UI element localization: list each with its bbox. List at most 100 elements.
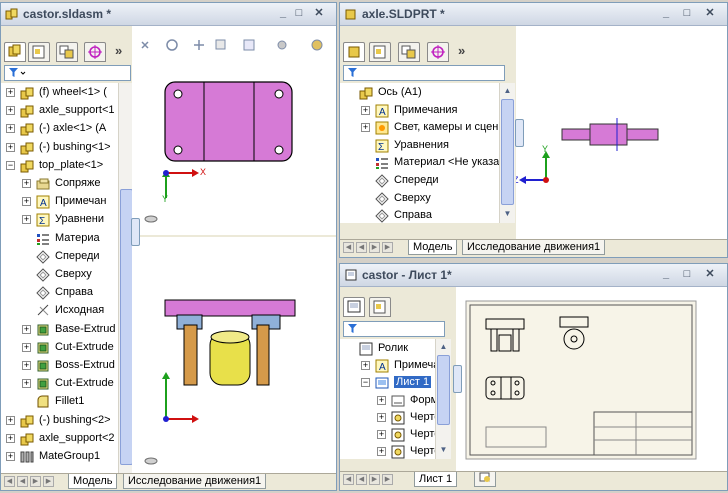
- minimize-button[interactable]: _: [660, 268, 672, 280]
- tree-item[interactable]: Ролик: [340, 340, 436, 358]
- tab-nav-next[interactable]: ▶: [369, 242, 380, 253]
- tree-item[interactable]: + MateGroup1: [1, 448, 119, 466]
- graphics-viewport[interactable]: Y Z: [516, 26, 728, 240]
- expand-toggle[interactable]: +: [22, 342, 31, 352]
- tree-item[interactable]: Сверху: [1, 266, 119, 284]
- tree-item[interactable]: + Base-Extrud: [1, 321, 119, 339]
- expand-toggle[interactable]: +: [377, 412, 386, 422]
- tree-item[interactable]: + Boss-Extrud: [1, 357, 119, 375]
- tree-item[interactable]: + axle_support<2: [1, 430, 119, 448]
- panel-collapse-handle[interactable]: [515, 119, 524, 147]
- tree-item[interactable]: + Cut-Extrude: [1, 375, 119, 393]
- tree-item[interactable]: Спереди: [340, 172, 500, 190]
- tab-model[interactable]: Модель: [408, 240, 458, 255]
- tab-nav-first[interactable]: ◀: [343, 242, 354, 253]
- drawing-sheet[interactable]: [456, 287, 728, 472]
- expand-toggle[interactable]: +: [377, 430, 386, 439]
- tree-item[interactable]: + A Примечан: [1, 193, 119, 211]
- tree-item[interactable]: Справа: [1, 284, 119, 302]
- expand-toggle[interactable]: +: [361, 361, 370, 371]
- tree-item[interactable]: + Чертеж: [340, 443, 436, 459]
- tree-item[interactable]: + Cut-Extrude: [1, 339, 119, 357]
- expand-toggle[interactable]: −: [6, 160, 15, 170]
- close-button[interactable]: ✕: [704, 7, 716, 19]
- panel-collapse-handle[interactable]: [131, 218, 140, 246]
- expand-toggle[interactable]: +: [361, 105, 370, 115]
- tab-sheet-1[interactable]: Лист 1: [414, 472, 458, 487]
- configuration-manager-tab[interactable]: [56, 42, 78, 62]
- expand-toggle[interactable]: +: [6, 124, 15, 134]
- tab-nav-prev[interactable]: ◀: [356, 474, 367, 485]
- property-manager-tab[interactable]: [369, 42, 391, 62]
- drawing-window-titlebar[interactable]: castor - Лист 1* _ □ ✕: [340, 264, 727, 287]
- expand-toggle[interactable]: +: [22, 179, 31, 188]
- tree-item[interactable]: + Чертеж: [340, 409, 436, 427]
- tree-item[interactable]: + Свет, камеры и сцены: [340, 119, 500, 137]
- configuration-manager-tab[interactable]: [398, 42, 420, 62]
- scroll-up-arrow[interactable]: ▲: [437, 340, 450, 354]
- drawing-tree-scrollbar[interactable]: ▲ ▼: [435, 339, 451, 459]
- tree-item[interactable]: + (f) wheel<1> (: [1, 84, 119, 102]
- tree-item[interactable]: + (-) bushing<2>: [1, 412, 119, 430]
- feature-tree-tab[interactable]: [343, 42, 365, 62]
- close-button[interactable]: ✕: [313, 7, 325, 19]
- scrollbar-thumb[interactable]: [437, 355, 450, 425]
- more-tabs-chevron[interactable]: »: [458, 43, 465, 58]
- tree-item[interactable]: Σ Уравнения: [340, 137, 500, 155]
- expand-toggle[interactable]: +: [22, 197, 31, 207]
- expand-toggle[interactable]: +: [6, 88, 15, 97]
- expand-toggle[interactable]: +: [377, 395, 386, 405]
- feature-tree-tab[interactable]: [4, 42, 26, 62]
- tree-item[interactable]: + Чертеж: [340, 426, 436, 444]
- expand-toggle[interactable]: +: [377, 447, 386, 457]
- tree-item[interactable]: + (-) bushing<1>: [1, 139, 119, 157]
- tree-item[interactable]: Справа: [340, 207, 500, 223]
- tree-item[interactable]: Материа: [1, 230, 119, 248]
- assembly-window-titlebar[interactable]: castor.sldasm * _ □ ✕: [1, 3, 336, 26]
- tree-item[interactable]: + axle_support<1: [1, 102, 119, 120]
- minimize-button[interactable]: _: [660, 7, 672, 19]
- close-button[interactable]: ✕: [704, 268, 716, 280]
- scroll-down-arrow[interactable]: ▼: [501, 207, 514, 221]
- maximize-button[interactable]: □: [681, 7, 693, 19]
- tab-motion-study[interactable]: Исследование движения1: [123, 474, 267, 489]
- tab-nav-next[interactable]: ▶: [369, 474, 380, 485]
- tab-nav-first[interactable]: ◀: [343, 474, 354, 485]
- tree-item[interactable]: Ось (A1): [340, 84, 500, 102]
- graphics-viewport-bottom[interactable]: [132, 237, 337, 475]
- dimxpert-tab[interactable]: [84, 42, 106, 62]
- expand-toggle[interactable]: +: [22, 361, 31, 370]
- tab-nav-prev[interactable]: ◀: [356, 242, 367, 253]
- axle-part-view[interactable]: [516, 26, 728, 240]
- castor-front-view[interactable]: [132, 237, 337, 475]
- tree-item[interactable]: − Лист 1: [340, 374, 436, 392]
- expand-toggle[interactable]: +: [6, 452, 15, 461]
- tree-item[interactable]: Исходная: [1, 302, 119, 320]
- expand-toggle[interactable]: +: [22, 379, 31, 389]
- expand-toggle[interactable]: +: [361, 123, 370, 133]
- expand-toggle[interactable]: +: [6, 433, 15, 443]
- tree-filter[interactable]: [343, 65, 505, 81]
- dimxpert-tab[interactable]: [427, 42, 449, 62]
- minimize-button[interactable]: _: [277, 7, 289, 19]
- feature-tree-scrollbar[interactable]: ▲ ▼: [499, 83, 515, 223]
- tree-filter[interactable]: [343, 321, 445, 337]
- tab-nav-last[interactable]: ▶: [382, 474, 393, 485]
- property-manager-tab[interactable]: [28, 42, 50, 62]
- expand-toggle[interactable]: +: [6, 415, 15, 425]
- scrollbar-thumb[interactable]: [501, 99, 514, 205]
- tab-nav-last[interactable]: ▶: [43, 476, 54, 487]
- tree-item[interactable]: Сверху: [340, 190, 500, 208]
- tree-item[interactable]: + Σ Уравнени: [1, 211, 119, 229]
- tree-item[interactable]: Спереди: [1, 248, 119, 266]
- more-tabs-chevron[interactable]: »: [115, 43, 122, 58]
- scroll-up-arrow[interactable]: ▲: [501, 84, 514, 98]
- tree-item[interactable]: + A Примечани: [340, 357, 436, 375]
- maximize-button[interactable]: □: [293, 7, 305, 19]
- tree-item[interactable]: + (-) axle<1> (A: [1, 120, 119, 138]
- expand-toggle[interactable]: +: [6, 106, 15, 116]
- tree-item[interactable]: + A Примечания: [340, 102, 500, 120]
- tree-item[interactable]: + Формат: [340, 392, 436, 410]
- tab-nav-next[interactable]: ▶: [30, 476, 41, 487]
- tab-model[interactable]: Модель: [68, 474, 118, 489]
